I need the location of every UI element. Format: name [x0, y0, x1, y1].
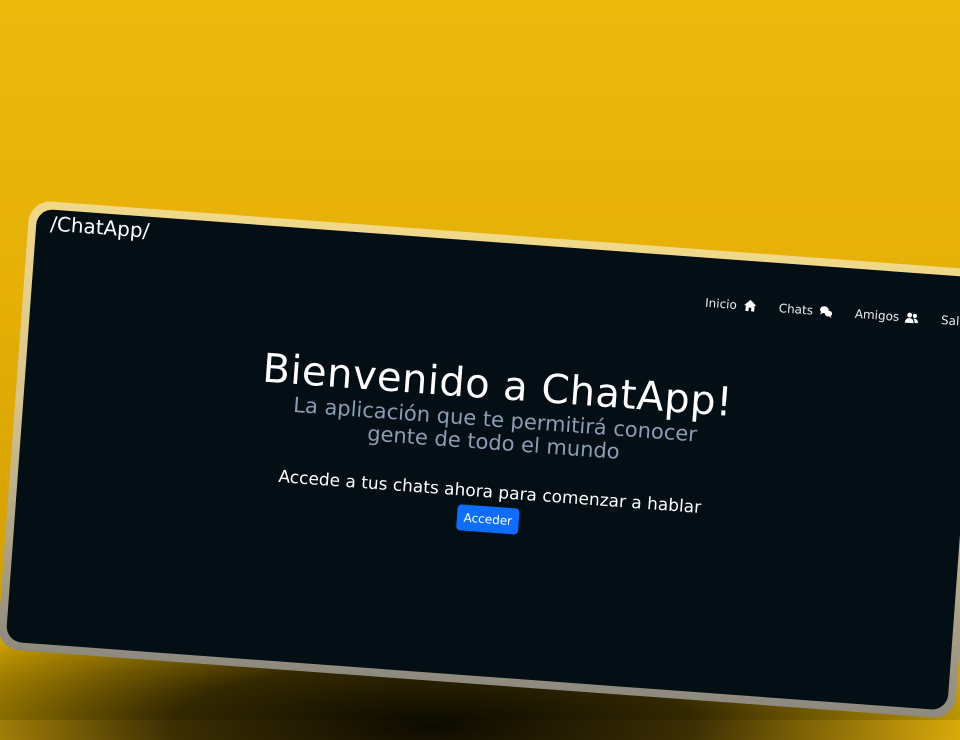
- brand-logo[interactable]: /ChatApp/: [49, 212, 150, 243]
- home-icon: [743, 299, 756, 312]
- nav-item-label: Salir: [940, 313, 960, 329]
- device-frame: /ChatApp/ Inicio Chats Amigos Salir Bien…: [0, 200, 960, 720]
- nav-item-label: Chats: [778, 301, 814, 318]
- nav-item-chats[interactable]: Chats: [778, 301, 833, 319]
- acceder-button[interactable]: Acceder: [455, 504, 520, 535]
- nav-item-label: Amigos: [854, 306, 900, 324]
- app-screen: /ChatApp/ Inicio Chats Amigos Salir Bien…: [5, 208, 960, 711]
- users-icon: [905, 312, 919, 324]
- nav-item-inicio[interactable]: Inicio: [705, 296, 758, 314]
- chat-bubbles-icon: [819, 306, 833, 319]
- hero-section: Bienvenido a ChatApp! La aplicación que …: [16, 328, 960, 567]
- nav-item-amigos[interactable]: Amigos: [854, 307, 919, 326]
- top-nav: Inicio Chats Amigos Salir: [705, 296, 960, 329]
- nav-item-salir[interactable]: Salir: [941, 313, 960, 329]
- nav-item-label: Inicio: [704, 295, 738, 313]
